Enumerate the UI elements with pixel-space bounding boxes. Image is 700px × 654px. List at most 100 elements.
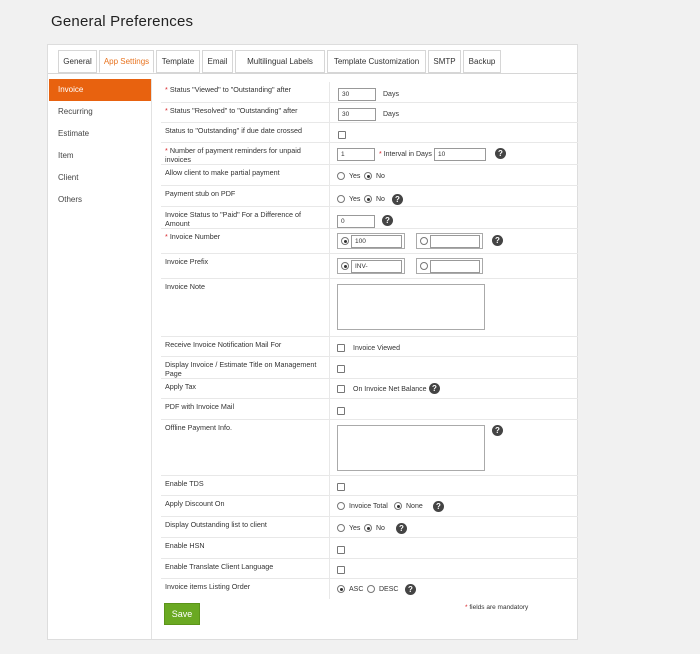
help-icon[interactable]: ?: [392, 194, 403, 205]
row-partial-payment: Allow client to make partial payment Yes…: [161, 165, 578, 186]
no-label: No: [376, 525, 385, 532]
row-discount: Apply Discount On Invoice Total None ?: [161, 496, 578, 517]
row-reminders: * Number of payment reminders for unpaid…: [161, 143, 578, 165]
prefix-option-a-radio[interactable]: [341, 262, 349, 270]
row-hsn: Enable HSN: [161, 538, 578, 559]
tax-label: Apply Tax: [165, 382, 197, 391]
stub-no-radio[interactable]: [364, 195, 372, 203]
pdf-mail-label: PDF with Invoice Mail: [165, 402, 235, 411]
number-option-b-radio[interactable]: [420, 237, 428, 245]
invoice-note-textarea[interactable]: [337, 284, 485, 330]
tab-template-customization[interactable]: Template Customization: [327, 50, 426, 73]
invoice-number-input[interactable]: 100: [351, 235, 402, 248]
outstanding-label: Display Outstanding list to client: [165, 520, 267, 529]
partial-no-radio[interactable]: [364, 172, 372, 180]
help-icon[interactable]: ?: [492, 425, 503, 436]
tab-email[interactable]: Email: [202, 50, 233, 73]
offline-label: Offline Payment Info.: [165, 423, 232, 432]
tabs-divider: [48, 73, 577, 74]
notif-label: Receive Invoice Notification Mail For: [165, 340, 282, 349]
number-option-a-radio[interactable]: [341, 237, 349, 245]
resolved-label: Status "Resolved" to "Outstanding" after: [169, 106, 298, 115]
discount-total-radio[interactable]: [337, 502, 345, 510]
preferences-card: General App Settings Template Email Mult…: [47, 44, 578, 640]
paid-difference-input[interactable]: 0: [337, 215, 375, 228]
help-icon[interactable]: ?: [492, 235, 503, 246]
tab-app-settings[interactable]: App Settings: [99, 50, 154, 73]
required-mark: *: [165, 85, 168, 94]
translate-checkbox[interactable]: [337, 566, 345, 574]
offline-payment-textarea[interactable]: [337, 425, 485, 471]
order-desc-radio[interactable]: [367, 585, 375, 593]
viewed-days-input[interactable]: 30: [338, 88, 376, 101]
sidebar-item-client[interactable]: Client: [49, 167, 151, 189]
number-option-a: 100: [337, 233, 405, 249]
resolved-days-input[interactable]: 30: [338, 108, 376, 121]
outstanding-no-radio[interactable]: [364, 524, 372, 532]
stub-label: Payment stub on PDF: [165, 189, 236, 198]
hsn-checkbox[interactable]: [337, 546, 345, 554]
tab-smtp[interactable]: SMTP: [428, 50, 461, 73]
sidebar-item-item[interactable]: Item: [49, 145, 151, 167]
display-title-label: Display Invoice / Estimate Title on Mana…: [165, 360, 317, 378]
days-unit: Days: [383, 111, 399, 118]
help-icon[interactable]: ?: [382, 215, 393, 226]
invoice-prefix-alt-input[interactable]: [430, 260, 480, 273]
help-icon[interactable]: ?: [396, 523, 407, 534]
required-mark: *: [165, 146, 168, 155]
prefix-label: Invoice Prefix: [165, 257, 209, 266]
row-translate: Enable Translate Client Language: [161, 559, 578, 579]
reminders-input[interactable]: 1: [337, 148, 375, 161]
stub-yes-radio[interactable]: [337, 195, 345, 203]
save-button[interactable]: Save: [164, 603, 200, 625]
help-icon[interactable]: ?: [495, 148, 506, 159]
help-icon[interactable]: ?: [429, 383, 440, 394]
number-label: Invoice Number: [169, 232, 221, 241]
net-balance-checkbox[interactable]: [337, 385, 345, 393]
reminders-label: Number of payment reminders for unpaid i…: [165, 146, 301, 164]
sidebar-item-others[interactable]: Others: [49, 189, 151, 211]
invoice-prefix-input[interactable]: INV-: [351, 260, 402, 273]
row-invoice-note: Invoice Note: [161, 279, 578, 337]
tab-multilingual-labels[interactable]: Multilingual Labels: [235, 50, 325, 73]
invoice-viewed-label: Invoice Viewed: [353, 345, 400, 352]
display-title-checkbox[interactable]: [337, 365, 345, 373]
due-date-checkbox[interactable]: [338, 131, 346, 139]
row-pdf-mail: PDF with Invoice Mail: [161, 399, 578, 420]
order-label: Invoice items Listing Order: [165, 582, 251, 591]
row-tds: Enable TDS: [161, 476, 578, 496]
required-mark: *: [165, 232, 168, 241]
row-due-date: Status to "Outstanding" if due date cros…: [161, 123, 578, 143]
row-display-title: Display Invoice / Estimate Title on Mana…: [161, 357, 578, 379]
required-mark: *: [465, 604, 468, 611]
tab-general[interactable]: General: [58, 50, 97, 73]
due-label: Status to "Outstanding" if due date cros…: [165, 126, 302, 135]
sidebar-item-recurring[interactable]: Recurring: [49, 101, 151, 123]
paid-label: Invoice Status to "Paid" For a Differenc…: [165, 210, 302, 228]
required-mark: *: [379, 151, 382, 158]
yes-label: Yes: [349, 173, 361, 180]
note-label: Invoice Note: [165, 282, 205, 291]
prefix-option-b-radio[interactable]: [420, 262, 428, 270]
interval-input[interactable]: 10: [434, 148, 486, 161]
tds-label: Enable TDS: [165, 479, 204, 488]
tds-checkbox[interactable]: [337, 483, 345, 491]
asc-label: ASC: [349, 586, 364, 593]
pdf-mail-checkbox[interactable]: [337, 407, 345, 415]
order-asc-radio[interactable]: [337, 585, 345, 593]
tab-backup[interactable]: Backup: [463, 50, 501, 73]
discount-none-radio[interactable]: [394, 502, 402, 510]
discount-total-label: Invoice Total: [349, 503, 388, 510]
tab-template[interactable]: Template: [156, 50, 200, 73]
outstanding-yes-radio[interactable]: [337, 524, 345, 532]
help-icon[interactable]: ?: [405, 584, 416, 595]
sidebar-item-estimate[interactable]: Estimate: [49, 123, 151, 145]
help-icon[interactable]: ?: [433, 501, 444, 512]
invoice-number-alt-input[interactable]: [430, 235, 480, 248]
prefix-option-a: INV-: [337, 258, 405, 274]
invoice-viewed-checkbox[interactable]: [337, 344, 345, 352]
desc-label: DESC: [379, 586, 399, 593]
partial-yes-radio[interactable]: [337, 172, 345, 180]
net-balance-label: On Invoice Net Balance: [353, 386, 427, 393]
sidebar-item-invoice[interactable]: Invoice: [49, 79, 151, 101]
